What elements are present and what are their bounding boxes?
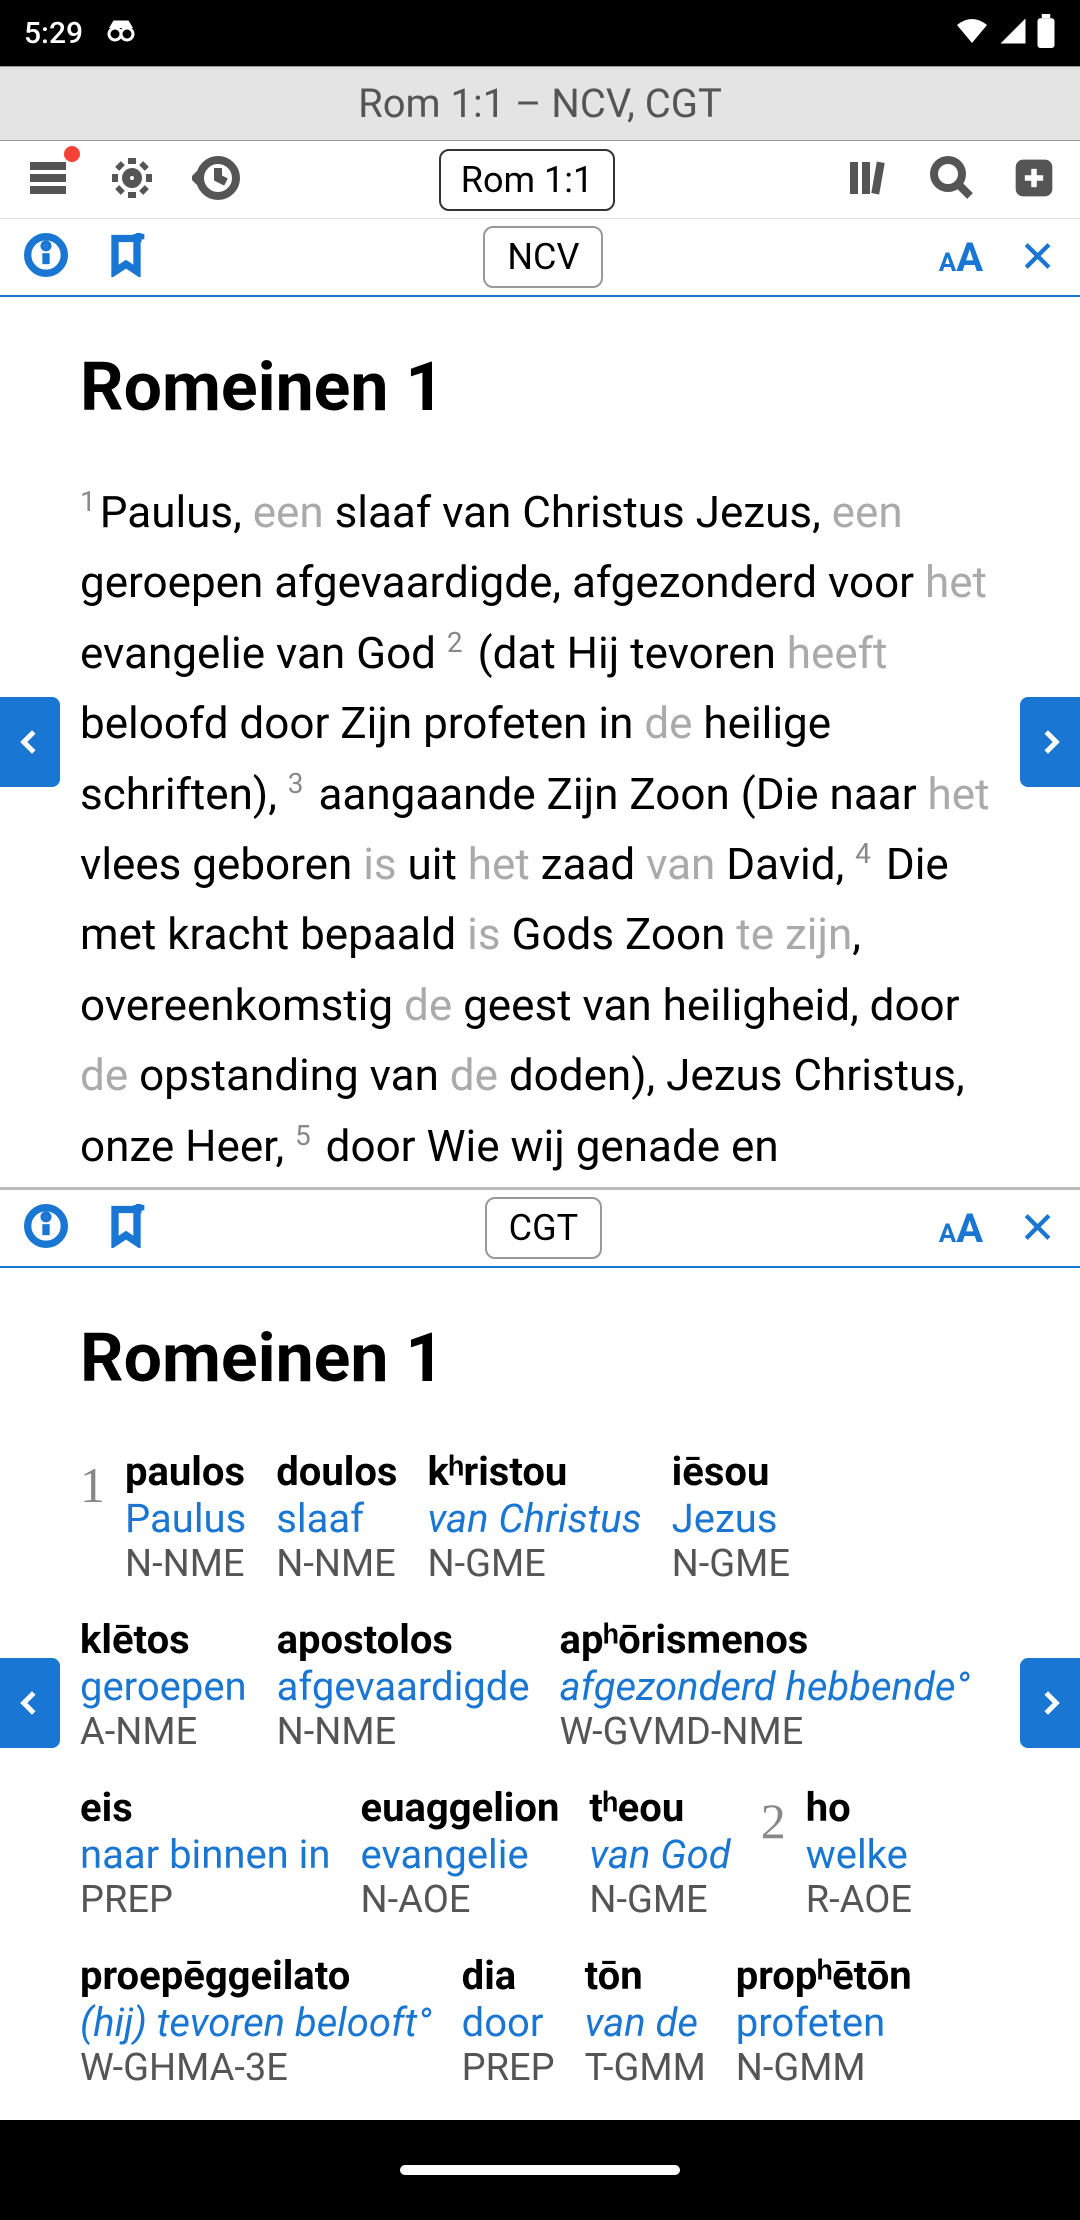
incognito-icon [103, 13, 139, 53]
status-time: 5:29 [24, 16, 83, 51]
main-toolbar: Rom 1:1 [0, 141, 1080, 219]
add-button[interactable] [1012, 156, 1056, 204]
next-chapter-button[interactable] [1020, 697, 1080, 787]
word-block[interactable]: eisnaar binnen inPREP [80, 1784, 331, 1922]
word-block[interactable]: euaggelionevangelieN-AOE [361, 1784, 560, 1922]
pane1-toolbar: NCV AA ✕ [0, 219, 1080, 297]
word-block[interactable]: apostolosafgevaardigdeN-NME [277, 1616, 530, 1754]
reference-selector[interactable]: Rom 1:1 [439, 149, 615, 211]
word-block[interactable]: apʰōrismenosafgezonderd hebbende°W-GVMD-… [560, 1616, 970, 1754]
close-pane2-button[interactable]: ✕ [1019, 1202, 1056, 1254]
version-selector-pane1[interactable]: NCV [483, 226, 603, 288]
chapter-heading: Romeinen 1 [80, 347, 1000, 427]
interlinear-text[interactable]: 1paulosPaulusN-NMEdoulosslaafN-NMEkʰrist… [80, 1448, 1000, 2138]
menu-button[interactable] [24, 154, 72, 206]
bookmark-add-button[interactable] [104, 233, 148, 281]
word-block[interactable]: iēsouJezusN-GME [672, 1448, 790, 1586]
bookmark-add-button[interactable] [104, 1204, 148, 1252]
status-right [954, 13, 1056, 53]
prev-chapter-button[interactable] [0, 1658, 60, 1748]
word-block[interactable]: tʰeouvan GodN-GME [589, 1784, 730, 1922]
word-block[interactable]: kʰristouvan ChristusN-GME [427, 1448, 641, 1586]
window-title: Rom 1:1 – NCV, CGT [358, 80, 722, 127]
font-size-button[interactable]: AA [939, 234, 983, 281]
word-block[interactable]: doulosslaafN-NME [276, 1448, 397, 1586]
word-block[interactable]: propʰētōnprofetenN-GMM [736, 1952, 912, 2090]
settings-button[interactable] [108, 154, 156, 206]
title-bar: Rom 1:1 – NCV, CGT [0, 66, 1080, 141]
word-block[interactable]: diadoorPREP [462, 1952, 555, 2090]
wifi-icon [954, 13, 990, 53]
status-left: 5:29 [24, 13, 139, 53]
verse-text[interactable]: 1Paulus, een slaaf van Christus Jezus, e… [80, 477, 1000, 1181]
font-size-button[interactable]: AA [939, 1205, 983, 1252]
next-chapter-button[interactable] [1020, 1658, 1080, 1748]
pane2-content[interactable]: Romeinen 1 1paulosPaulusN-NMEdoulosslaaf… [0, 1268, 1080, 2138]
pane2-toolbar: CGT AA ✕ [0, 1190, 1080, 1268]
word-block[interactable]: proepēggeilato(hij) tevoren belooft°W-GH… [80, 1952, 432, 2090]
word-block[interactable]: tōnvan deT-GMM [585, 1952, 706, 2090]
version-selector-pane2[interactable]: CGT [485, 1197, 602, 1259]
library-button[interactable] [844, 154, 892, 206]
history-button[interactable] [192, 154, 240, 206]
word-block[interactable]: klētosgeroepenA-NME [80, 1616, 247, 1754]
signal-icon [998, 16, 1028, 50]
chapter-heading: Romeinen 1 [80, 1318, 1000, 1398]
info-button[interactable] [24, 1204, 68, 1252]
system-nav-bar [0, 2120, 1080, 2220]
pane1-content[interactable]: Romeinen 1 1Paulus, een slaaf van Christ… [0, 297, 1080, 1187]
search-button[interactable] [928, 154, 976, 206]
word-block[interactable]: paulosPaulusN-NME [125, 1448, 246, 1586]
battery-icon [1036, 14, 1056, 52]
notification-dot-icon [64, 146, 80, 162]
word-block[interactable]: howelkeR-AOE [806, 1784, 912, 1922]
nav-pill[interactable] [400, 2165, 680, 2175]
status-bar: 5:29 [0, 0, 1080, 66]
close-pane1-button[interactable]: ✕ [1019, 231, 1056, 283]
prev-chapter-button[interactable] [0, 697, 60, 787]
info-button[interactable] [24, 233, 68, 281]
